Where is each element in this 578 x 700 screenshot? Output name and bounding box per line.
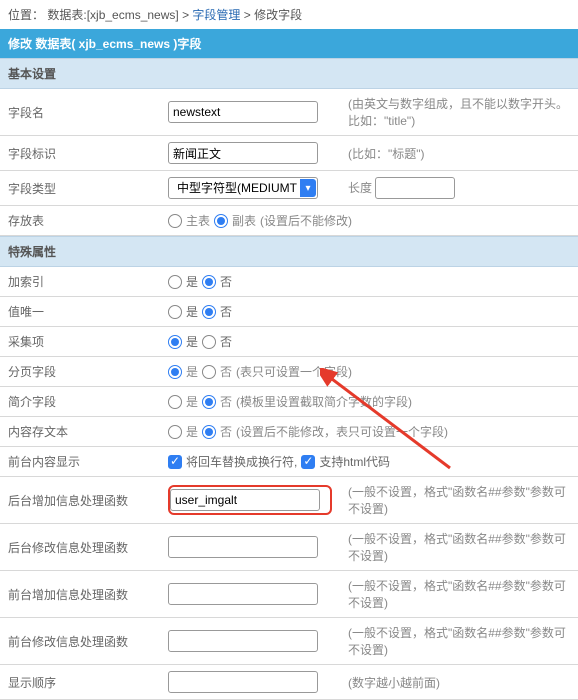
fieldtype-select[interactable]: 中型字符型(MEDIUMTEXT) bbox=[168, 177, 318, 199]
page-no-radio[interactable] bbox=[202, 365, 216, 379]
length-input[interactable] bbox=[375, 177, 455, 199]
hint-editf: (一般不设置，格式"函数名##参数"参数可不设置) bbox=[340, 618, 578, 665]
textfile-no-radio[interactable] bbox=[202, 425, 216, 439]
breadcrumb-link-fields[interactable]: 字段管理 bbox=[192, 8, 240, 22]
label-brief: 简介字段 bbox=[0, 387, 160, 417]
label-addb: 后台增加信息处理函数 bbox=[0, 477, 160, 524]
editb-input[interactable] bbox=[168, 536, 318, 558]
brief-no-radio[interactable] bbox=[202, 395, 216, 409]
fieldflag-input[interactable] bbox=[168, 142, 318, 164]
label-unique: 值唯一 bbox=[0, 297, 160, 327]
label-editf: 前台修改信息处理函数 bbox=[0, 618, 160, 665]
highlight-annotation bbox=[168, 485, 332, 515]
label-fieldname: 字段名 bbox=[0, 89, 160, 136]
label-length: 长度 bbox=[348, 181, 372, 195]
addf-input[interactable] bbox=[168, 583, 318, 605]
label-textfile: 内容存文本 bbox=[0, 417, 160, 447]
hint-addb: (一般不设置，格式"函数名##参数"参数可不设置) bbox=[340, 477, 578, 524]
label-collect: 采集项 bbox=[0, 327, 160, 357]
textfile-yes-radio[interactable] bbox=[168, 425, 182, 439]
brief-yes-radio[interactable] bbox=[168, 395, 182, 409]
collect-yes-radio[interactable] bbox=[168, 335, 182, 349]
hint-store: (设置后不能修改) bbox=[260, 212, 352, 229]
label-order: 显示顺序 bbox=[0, 665, 160, 700]
hint-editb: (一般不设置，格式"函数名##参数"参数可不设置) bbox=[340, 524, 578, 571]
hint-fieldname: (由英文与数字组成，且不能以数字开头。比如："title") bbox=[340, 89, 578, 136]
hint-addf: (一般不设置，格式"函数名##参数"参数可不设置) bbox=[340, 571, 578, 618]
front-br-checkbox[interactable] bbox=[168, 455, 182, 469]
label-front: 前台内容显示 bbox=[0, 447, 160, 477]
editf-input[interactable] bbox=[168, 630, 318, 652]
order-input[interactable] bbox=[168, 671, 318, 693]
front-html-checkbox[interactable] bbox=[301, 455, 315, 469]
form-table-special: 加索引 是 否 值唯一 是 否 采集项 是 否 分页字段 是 否 (表只可设置一… bbox=[0, 267, 578, 700]
label-editb: 后台修改信息处理函数 bbox=[0, 524, 160, 571]
label-store: 存放表 bbox=[0, 206, 160, 236]
fieldname-input[interactable] bbox=[168, 101, 318, 123]
store-main-radio[interactable] bbox=[168, 214, 182, 228]
unique-no-radio[interactable] bbox=[202, 305, 216, 319]
addb-input[interactable] bbox=[170, 489, 320, 511]
label-fieldflag: 字段标识 bbox=[0, 136, 160, 171]
section-special: 特殊属性 bbox=[0, 236, 578, 267]
hint-fieldflag: (比如："标题") bbox=[340, 136, 578, 171]
label-fieldtype: 字段类型 bbox=[0, 171, 160, 206]
hint-order: (数字越小越前面) bbox=[340, 665, 578, 700]
form-table: 字段名 (由英文与数字组成，且不能以数字开头。比如："title") 字段标识 … bbox=[0, 89, 578, 236]
index-no-radio[interactable] bbox=[202, 275, 216, 289]
breadcrumb: 位置： 数据表:[xjb_ecms_news] > 字段管理 > 修改字段 bbox=[0, 0, 578, 29]
label-page: 分页字段 bbox=[0, 357, 160, 387]
collect-no-radio[interactable] bbox=[202, 335, 216, 349]
breadcrumb-current: 修改字段 bbox=[254, 8, 302, 22]
store-sub-radio[interactable] bbox=[214, 214, 228, 228]
page-title: 修改 数据表( xjb_ecms_news )字段 bbox=[0, 29, 578, 58]
breadcrumb-loc: 位置： bbox=[8, 8, 44, 22]
label-index: 加索引 bbox=[0, 267, 160, 297]
unique-yes-radio[interactable] bbox=[168, 305, 182, 319]
page-yes-radio[interactable] bbox=[168, 365, 182, 379]
breadcrumb-table: 数据表:[xjb_ecms_news] bbox=[47, 8, 178, 22]
index-yes-radio[interactable] bbox=[168, 275, 182, 289]
label-addf: 前台增加信息处理函数 bbox=[0, 571, 160, 618]
section-basic: 基本设置 bbox=[0, 58, 578, 89]
